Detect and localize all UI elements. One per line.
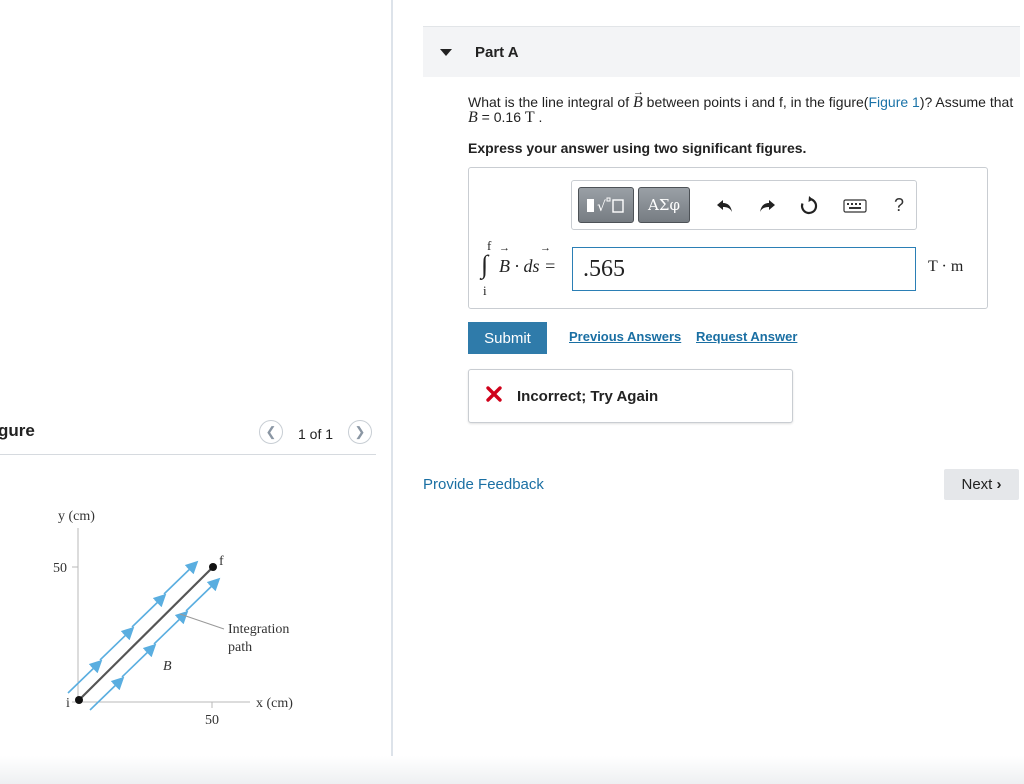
question-end: . xyxy=(534,109,543,125)
integral-lower-limit: i xyxy=(483,283,487,298)
next-button[interactable]: Next › xyxy=(944,469,1019,500)
provide-feedback-link[interactable]: Provide Feedback xyxy=(423,476,544,493)
figure-header-rule xyxy=(0,454,376,455)
templates-button[interactable]: √ xyxy=(578,187,634,223)
vector-b: → B xyxy=(632,86,644,111)
bottom-fade xyxy=(0,756,1024,784)
field-arrow xyxy=(153,610,189,645)
undo-icon xyxy=(717,200,732,212)
reset-icon xyxy=(800,196,818,215)
question-text: What is the line integral of → B between … xyxy=(468,86,1020,126)
y-axis-label: y (cm) xyxy=(58,509,95,524)
request-answer-link[interactable]: Request Answer xyxy=(696,329,797,344)
integration-path xyxy=(78,566,214,701)
chevron-left-icon: ❮ xyxy=(265,424,277,439)
path-label-line1: Integration xyxy=(228,622,289,637)
templates-icon: √ xyxy=(587,197,624,215)
integral-sign: ∫ xyxy=(481,250,489,279)
point-i-label: i xyxy=(66,696,70,711)
part-title: Part A xyxy=(475,43,519,61)
field-arrow xyxy=(131,593,167,628)
point-i xyxy=(75,696,83,704)
next-label: Next xyxy=(961,476,993,493)
feedback-status-text: Incorrect; Try Again xyxy=(517,388,659,405)
x-tick-label: 50 xyxy=(205,713,219,728)
figure-pager-text: 1 of 1 xyxy=(298,426,334,442)
x-axis-label: x (cm) xyxy=(256,696,293,711)
field-arrow xyxy=(99,626,135,661)
integral-expression: f ∫ i → → B · ds = xyxy=(481,238,571,298)
undo-button[interactable] xyxy=(714,196,736,216)
point-f-label: f xyxy=(219,554,224,569)
vector-arrow-ds: → xyxy=(540,242,551,254)
incorrect-x-icon xyxy=(486,386,502,402)
previous-figure-button[interactable]: ❮ xyxy=(259,420,283,444)
part-a-header[interactable]: Part A xyxy=(423,26,1020,77)
redo-icon xyxy=(760,200,775,212)
previous-answers-link[interactable]: Previous Answers xyxy=(569,329,681,344)
panel-divider xyxy=(391,0,393,784)
question-value: = 0.16 xyxy=(477,109,525,125)
next-figure-button[interactable]: ❯ xyxy=(348,420,372,444)
instruction-text: Express your answer using two significan… xyxy=(468,140,807,156)
submit-button[interactable]: Submit xyxy=(468,322,547,354)
greek-symbols-button[interactable]: ΑΣφ xyxy=(638,187,690,223)
field-arrow xyxy=(185,577,221,612)
integrand: B · ds = xyxy=(499,256,557,276)
keyboard-button[interactable] xyxy=(842,196,868,216)
question-middle: between points i and f, in the figure( xyxy=(642,94,869,110)
question-unit: T xyxy=(524,109,535,126)
answer-unit: T · m xyxy=(928,258,964,275)
keyboard-icon xyxy=(843,199,867,213)
feedback-box: Incorrect; Try Again xyxy=(468,369,793,423)
vector-arrow-b: → xyxy=(499,242,510,254)
reset-button[interactable] xyxy=(798,196,820,216)
collapse-triangle-icon xyxy=(440,48,452,56)
math-toolbar: √ ΑΣφ ? xyxy=(571,180,917,230)
field-arrow xyxy=(121,643,157,678)
point-f xyxy=(209,563,217,571)
question-var: B xyxy=(468,109,478,126)
help-button[interactable]: ? xyxy=(888,195,910,215)
question-suffix: )? Assume that xyxy=(919,94,1014,110)
path-label-line2: path xyxy=(228,640,252,655)
answer-input[interactable] xyxy=(572,247,916,291)
chevron-right-icon: ❯ xyxy=(354,424,366,439)
chevron-right-icon: › xyxy=(996,476,1002,493)
svg-text:√: √ xyxy=(597,199,606,215)
y-tick-label: 50 xyxy=(53,561,67,576)
field-label: B xyxy=(163,659,172,674)
question-prefix: What is the line integral of xyxy=(468,94,633,110)
path-label-leader xyxy=(179,613,225,630)
figure-panel-title: gure xyxy=(0,421,35,440)
field-arrow xyxy=(67,659,103,694)
figure-1-link[interactable]: Figure 1 xyxy=(868,94,919,110)
figure-1: y (cm) x (cm) 50 50 i f B Integration pa… xyxy=(53,509,293,728)
redo-button[interactable] xyxy=(756,196,778,216)
